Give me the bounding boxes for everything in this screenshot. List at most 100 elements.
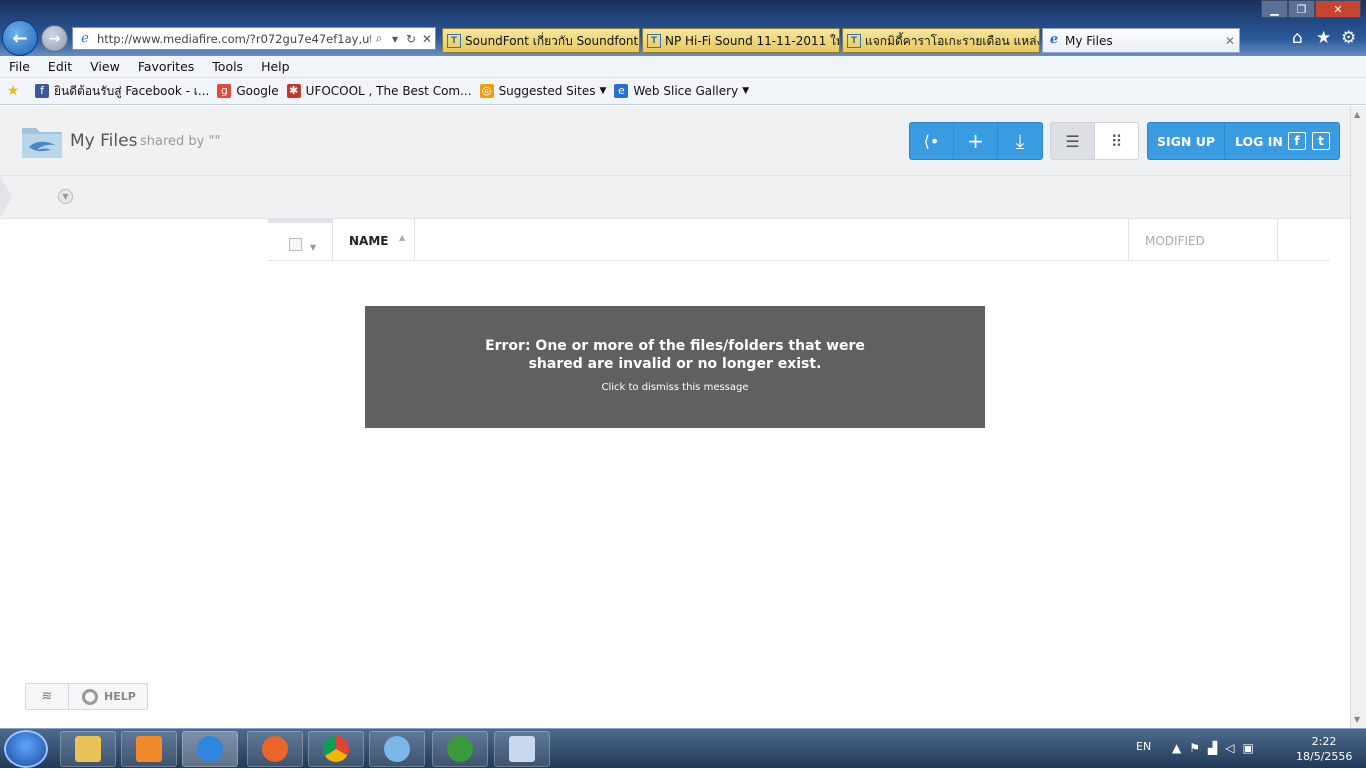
- stop-icon[interactable]: ✕: [419, 32, 435, 46]
- vertical-scrollbar[interactable]: ▲ ▼: [1350, 106, 1366, 728]
- home-icon[interactable]: ⌂: [1292, 28, 1303, 48]
- lifebuoy-icon: [82, 688, 98, 705]
- back-button[interactable]: ←: [2, 20, 38, 56]
- folder-logo-icon: [22, 128, 62, 158]
- media-player-icon: [136, 736, 162, 762]
- web-slice-icon: e: [614, 84, 629, 98]
- close-button[interactable]: ✕: [1315, 0, 1361, 18]
- help-label: HELP: [104, 690, 136, 703]
- mediafire-header: My Files shared by "" ⟨• + ⤓ ☰ ⠿ SIGN UP…: [0, 106, 1350, 176]
- network-icon[interactable]: ▟: [1208, 741, 1217, 755]
- language-indicator[interactable]: EN: [1136, 740, 1151, 753]
- chrome-icon: [323, 736, 349, 762]
- download-button[interactable]: ⤓: [998, 123, 1042, 159]
- modified-column-label: MODIFIED: [1145, 234, 1205, 248]
- download-icon: ⤓: [1015, 129, 1025, 153]
- start-button[interactable]: [4, 730, 48, 768]
- menu-edit[interactable]: Edit: [39, 59, 81, 74]
- media-player-app[interactable]: [121, 731, 177, 767]
- browser-tab[interactable]: T NP Hi-Fi Sound 11-11-2011 ให...: [642, 28, 840, 53]
- power-icon[interactable]: ▣: [1242, 741, 1253, 755]
- tab-label: My Files: [1065, 34, 1113, 48]
- select-dropdown-icon[interactable]: ▼: [310, 243, 316, 252]
- menu-file[interactable]: File: [0, 59, 39, 74]
- show-hidden-icon[interactable]: ▲: [1172, 741, 1181, 755]
- browser-tab[interactable]: T SoundFont เกี่ยวกับ Soundfont ...: [442, 28, 640, 53]
- name-column-header[interactable]: NAME ▲: [332, 219, 415, 261]
- favorite-link[interactable]: e Web Slice Gallery ▼: [614, 84, 749, 98]
- forward-button[interactable]: →: [41, 25, 68, 52]
- mediafire-logo-icon[interactable]: ≋: [26, 684, 69, 709]
- explorer-app[interactable]: [60, 731, 116, 767]
- ie-app[interactable]: [182, 731, 238, 767]
- paint-app[interactable]: [494, 731, 550, 767]
- volume-icon[interactable]: ◁: [1225, 741, 1234, 755]
- modified-column-header[interactable]: MODIFIED: [1128, 219, 1278, 261]
- add-favorite-icon[interactable]: ★: [6, 84, 25, 98]
- address-url[interactable]: http://www.mediafire.com/?r072gu7e47ef1a…: [93, 32, 371, 46]
- favorite-link[interactable]: f ยินดีต้อนรับสู่ Facebook - เ...: [35, 82, 209, 101]
- file-list-header: ▼ NAME ▲ MODIFIED: [268, 219, 1330, 261]
- refresh-icon[interactable]: ↻: [403, 32, 419, 46]
- taskbar: EN ▲ ⚑ ▟ ◁ ▣ 2:22 18/5/2556: [0, 728, 1366, 768]
- tab-label: แจกมิดี้คาราโอเกะรายเดือน แหล่ง...: [865, 34, 1040, 48]
- facebook-login-icon[interactable]: f: [1288, 132, 1306, 150]
- twitter-login-icon[interactable]: t: [1312, 132, 1330, 150]
- menu-favorites[interactable]: Favorites: [129, 59, 203, 74]
- messenger-app[interactable]: [369, 731, 425, 767]
- dismiss-hint: Click to dismiss this message: [601, 382, 749, 393]
- dropdown-icon[interactable]: ▾: [387, 32, 403, 46]
- clock-date: 18/5/2556: [1296, 750, 1353, 763]
- favorite-link[interactable]: g Google: [217, 84, 279, 98]
- tab-page-icon: T: [447, 34, 461, 48]
- paint-icon: [509, 736, 535, 762]
- favorites-star-icon[interactable]: ★: [1316, 28, 1331, 48]
- add-button[interactable]: +: [954, 123, 998, 159]
- name-column-label: NAME: [349, 234, 389, 248]
- auth-buttons: SIGN UP LOG IN f t: [1147, 122, 1340, 160]
- page-title: My Files: [70, 131, 138, 151]
- sign-up-button[interactable]: SIGN UP: [1148, 123, 1225, 159]
- breadcrumb-dropdown-icon[interactable]: ▼: [58, 189, 73, 204]
- scroll-down-icon[interactable]: ▼: [1354, 715, 1360, 724]
- log-in-button[interactable]: LOG IN: [1225, 123, 1283, 159]
- breadcrumb-home[interactable]: [0, 176, 12, 218]
- tab-page-icon: T: [847, 34, 861, 48]
- facebook-icon: f: [35, 84, 49, 98]
- chrome-app[interactable]: [308, 731, 364, 767]
- flag-icon[interactable]: ⚑: [1189, 741, 1200, 755]
- error-message-box[interactable]: Error: One or more of the files/folders …: [365, 306, 985, 428]
- menu-view[interactable]: View: [81, 59, 129, 74]
- messenger-icon: [384, 736, 410, 762]
- tab-close-icon[interactable]: ✕: [1225, 29, 1235, 52]
- grid-view-button[interactable]: ⠿: [1094, 123, 1138, 159]
- select-column: ▼: [268, 219, 332, 261]
- help-bar: ≋ HELP: [25, 683, 148, 710]
- grid-icon: ⠿: [1110, 131, 1123, 151]
- error-text: Error: One or more of the files/folders …: [485, 338, 865, 372]
- gear-icon[interactable]: ⚙: [1341, 28, 1356, 48]
- firefox-app[interactable]: [247, 731, 303, 767]
- scroll-up-icon[interactable]: ▲: [1354, 110, 1360, 119]
- list-view-button[interactable]: ☰: [1051, 123, 1094, 159]
- favorite-link[interactable]: ◎ Suggested Sites ▼: [479, 84, 606, 98]
- browser-tab-active[interactable]: ℯ My Files ✕: [1042, 28, 1240, 53]
- tab-label: SoundFont เกี่ยวกับ Soundfont ...: [465, 34, 640, 48]
- select-all-checkbox[interactable]: [289, 238, 302, 251]
- maximize-button[interactable]: ❐: [1288, 0, 1315, 18]
- menu-tools[interactable]: Tools: [203, 59, 252, 74]
- ie-page-icon: ℯ: [81, 30, 89, 46]
- clock[interactable]: 2:22 18/5/2556: [1296, 734, 1352, 764]
- share-button[interactable]: ⟨•: [910, 123, 954, 159]
- mediafire-tab-icon: ℯ: [1049, 32, 1059, 47]
- menu-help[interactable]: Help: [252, 59, 299, 74]
- sort-ascending-icon: ▲: [399, 233, 406, 242]
- share-icon: ⟨•: [923, 131, 940, 151]
- browser-tab[interactable]: T แจกมิดี้คาราโอเกะรายเดือน แหล่ง...: [842, 28, 1040, 53]
- minimize-button[interactable]: ▁: [1261, 0, 1288, 18]
- favorite-link[interactable]: ✱ UFOCOOL , The Best Com...: [286, 84, 472, 98]
- search-icon[interactable]: ⌕: [371, 31, 387, 46]
- address-bar[interactable]: ℯ http://www.mediafire.com/?r072gu7e47ef…: [72, 27, 436, 50]
- help-button[interactable]: HELP: [69, 684, 147, 709]
- downloader-app[interactable]: [432, 731, 488, 767]
